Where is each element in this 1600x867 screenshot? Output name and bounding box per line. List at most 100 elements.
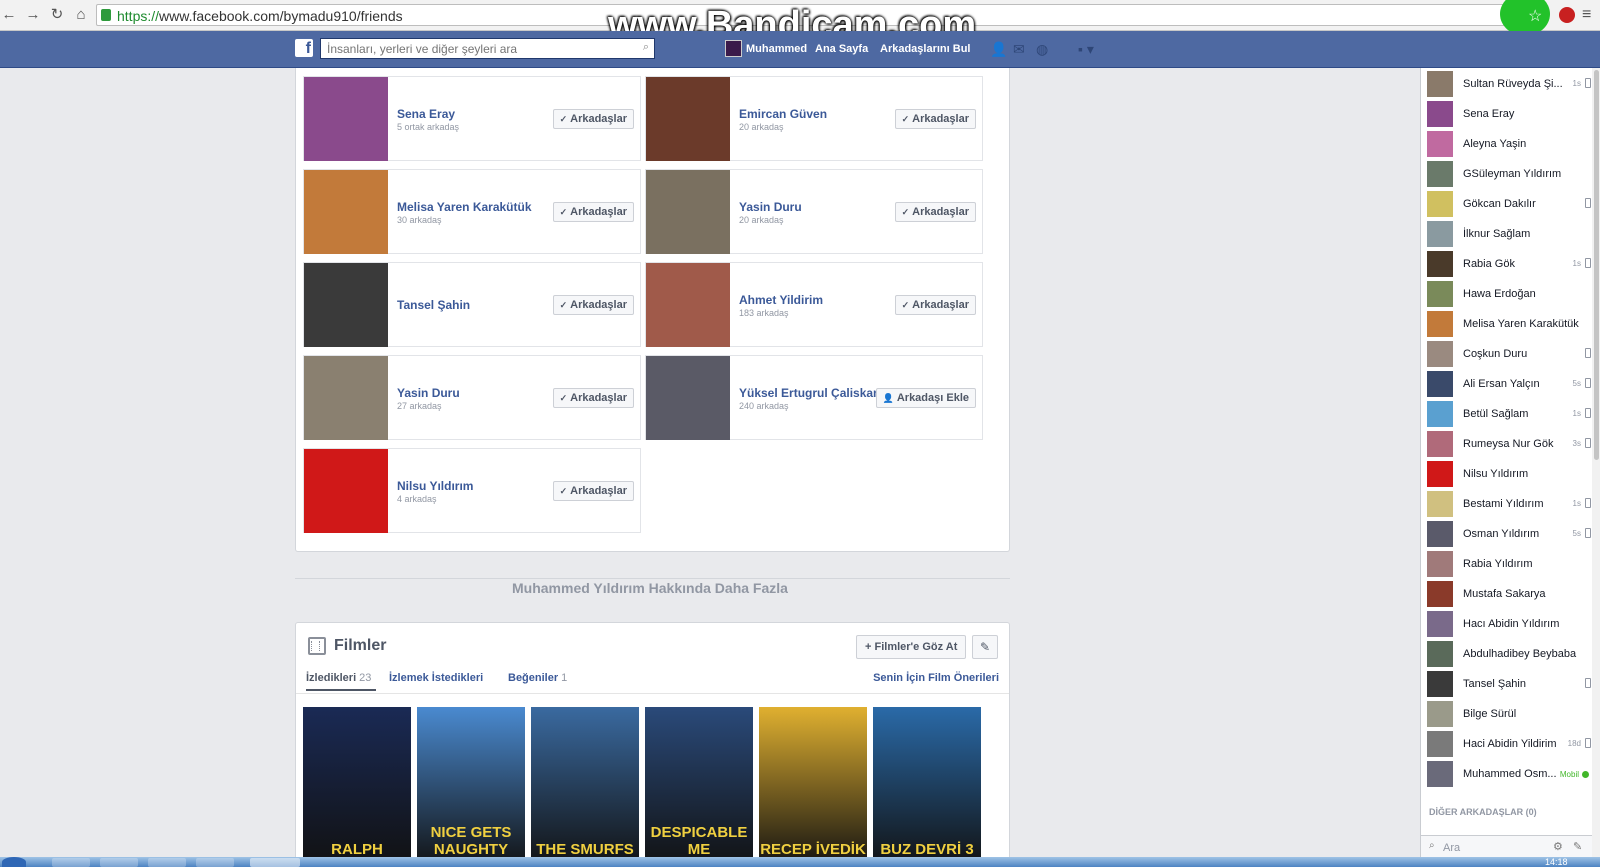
friend-name[interactable]: Ahmet Yildirim (739, 293, 823, 307)
taskbar-item[interactable] (52, 858, 90, 867)
friends-button[interactable]: ✓ Arkadaşlar (552, 109, 634, 129)
film-poster[interactable]: RECEP İVEDİK (759, 707, 867, 867)
check-icon: ✓ (559, 207, 568, 217)
search-icon[interactable]: ⌕ (643, 41, 649, 54)
scrollbar-thumb[interactable] (1594, 70, 1599, 460)
friend-name[interactable]: Melisa Yaren Karakütük (397, 200, 532, 214)
taskbar-item-browser[interactable] (250, 858, 300, 867)
menu-icon[interactable]: ≡ (1582, 6, 1591, 24)
chat-contact[interactable]: Sena Eray (1421, 99, 1593, 129)
friend-photo[interactable] (304, 449, 388, 533)
chat-contact[interactable]: Aleyna Yaşin (1421, 129, 1593, 159)
pencil-icon[interactable]: ✎ (972, 635, 998, 659)
chat-contact[interactable]: Hacı Abidin Yıldırım (1421, 609, 1593, 639)
chat-contact[interactable]: Betül Sağlam 1s (1421, 399, 1593, 429)
settings-icon[interactable]: ▪ ▾ (1078, 41, 1108, 57)
gear-icon[interactable]: ⚙ (1553, 840, 1563, 853)
film-poster-title: NICE GETS NAUGHTY (430, 824, 512, 858)
chat-contact[interactable]: Coşkun Duru (1421, 339, 1593, 369)
friends-button[interactable]: ✓ Arkadaşlar (894, 202, 976, 222)
friends-button[interactable]: ✓ Arkadaşlar (552, 202, 634, 222)
friend-name[interactable]: Yüksel Ertugrul Çaliskan (739, 386, 880, 400)
chat-contact[interactable]: Sultan Rüveyda Şi... 1s (1421, 69, 1593, 99)
friend-requests-icon[interactable]: 👤 (990, 41, 1007, 57)
search-box[interactable]: ⌕ (320, 38, 655, 59)
taskbar-item[interactable] (196, 858, 234, 867)
chat-contact[interactable]: Haci Abidin Yildirim 18d (1421, 729, 1593, 759)
back-icon[interactable]: ← (0, 6, 18, 24)
more-about-heading[interactable]: Muhammed Yıldırım Hakkında Daha Fazla (500, 580, 800, 596)
friends-button[interactable]: ✓ Arkadaşlar (894, 295, 976, 315)
friend-name[interactable]: Nilsu Yıldırım (397, 479, 473, 493)
start-button[interactable] (2, 857, 26, 867)
chat-contact[interactable]: Tansel Şahin (1421, 669, 1593, 699)
notifications-icon[interactable]: ◍ (1036, 41, 1052, 57)
chat-contact[interactable]: GSüleyman Yıldırım (1421, 159, 1593, 189)
chat-search-box[interactable]: ⌕ Ara ⚙ ✎ (1421, 835, 1593, 858)
chat-contact[interactable]: Rabia Yıldırım (1421, 549, 1593, 579)
tab-likes[interactable]: Beğeniler 1 (508, 672, 567, 684)
home-icon[interactable]: ⌂ (72, 6, 90, 24)
add-friend-button[interactable]: 👤 Arkadaşı Ekle (875, 388, 976, 408)
friend-photo[interactable] (646, 77, 730, 161)
tab-want-to-watch[interactable]: İzlemek İstedikleri (389, 672, 483, 684)
chat-contact[interactable]: Gökcan Dakılır (1421, 189, 1593, 219)
facebook-logo-icon[interactable]: f (295, 39, 313, 57)
chat-contact[interactable]: Ali Ersan Yalçın 5s (1421, 369, 1593, 399)
chat-contact[interactable]: Hawa Erdoğan (1421, 279, 1593, 309)
chat-search-input[interactable]: Ara (1443, 842, 1460, 854)
film-poster[interactable]: NICE GETS NAUGHTY (417, 707, 525, 867)
friend-photo[interactable] (304, 77, 388, 161)
nav-profile[interactable]: Muhammed (746, 43, 807, 55)
chat-contact[interactable]: Mustafa Sakarya (1421, 579, 1593, 609)
nav-home[interactable]: Ana Sayfa (815, 43, 868, 55)
friend-name[interactable]: Yasin Duru (397, 386, 460, 400)
friend-photo[interactable] (646, 170, 730, 254)
friend-name[interactable]: Emircan Güven (739, 107, 827, 121)
film-poster[interactable]: THE SMURFS (531, 707, 639, 867)
extension-icon[interactable] (1559, 7, 1575, 23)
taskbar-item[interactable] (148, 858, 186, 867)
avatar[interactable] (725, 40, 742, 57)
friend-name[interactable]: Sena Eray (397, 107, 455, 121)
chat-contact[interactable]: İlknur Sağlam (1421, 219, 1593, 249)
chat-contact[interactable]: Nilsu Yıldırım (1421, 459, 1593, 489)
chat-contact[interactable]: Abdulhadibey Beybaba (1421, 639, 1593, 669)
chat-contact[interactable]: Bestami Yıldırım 1s (1421, 489, 1593, 519)
url-text[interactable]: https://www.facebook.com/bymadu910/frien… (117, 8, 403, 24)
nav-find-friends[interactable]: Arkadaşlarını Bul (880, 43, 970, 55)
films-title[interactable]: Filmler (334, 637, 386, 655)
taskbar-item[interactable] (100, 858, 138, 867)
friends-button[interactable]: ✓ Arkadaşlar (552, 481, 634, 501)
friend-photo[interactable] (304, 263, 388, 347)
friends-button[interactable]: ✓ Arkadaşlar (552, 295, 634, 315)
friends-button[interactable]: ✓ Arkadaşlar (894, 109, 976, 129)
chat-contact[interactable]: Melisa Yaren Karakütük (1421, 309, 1593, 339)
tab-watched[interactable]: İzledikleri 23 (306, 672, 371, 684)
friend-photo[interactable] (304, 170, 388, 254)
film-recommendations-link[interactable]: Senin İçin Film Önerileri (873, 672, 999, 684)
friend-photo[interactable] (646, 263, 730, 347)
friend-name[interactable]: Tansel Şahin (397, 298, 470, 312)
friends-button[interactable]: ✓ Arkadaşlar (552, 388, 634, 408)
film-poster[interactable]: RALPH (303, 707, 411, 867)
chat-contact[interactable]: Muhammed Osm... Mobil (1421, 759, 1593, 789)
messages-icon[interactable]: ✉ (1013, 41, 1029, 57)
browse-films-button[interactable]: + Filmler'e Göz At (856, 635, 967, 659)
other-friends-label[interactable]: DİĞER ARKADAŞLAR (0) (1429, 807, 1537, 817)
compose-icon[interactable]: ✎ (1573, 840, 1582, 853)
star-icon[interactable]: ☆ (1528, 6, 1542, 26)
chat-contact[interactable]: Bilge Sürül (1421, 699, 1593, 729)
film-poster[interactable]: BUZ DEVRİ 3 (873, 707, 981, 867)
friend-photo[interactable] (646, 356, 730, 440)
chat-contact[interactable]: Rabia Gök 1s (1421, 249, 1593, 279)
reload-icon[interactable]: ↻ (48, 6, 66, 24)
friend-photo[interactable] (304, 356, 388, 440)
film-poster-title: THE SMURFS (536, 841, 634, 858)
friend-name[interactable]: Yasin Duru (739, 200, 802, 214)
film-poster[interactable]: DESPICABLE ME (645, 707, 753, 867)
forward-icon[interactable]: → (24, 6, 42, 24)
chat-contact[interactable]: Rumeysa Nur Gök 3s (1421, 429, 1593, 459)
search-input[interactable] (321, 39, 621, 58)
chat-contact[interactable]: Osman Yıldırım 5s (1421, 519, 1593, 549)
